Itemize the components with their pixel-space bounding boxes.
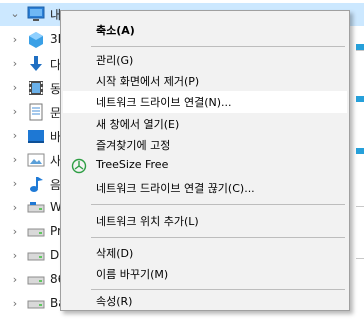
drive-icon <box>27 276 45 285</box>
menu-item-collapse[interactable]: 축소(A) <box>63 19 347 41</box>
menu-item-label: 축소(A) <box>96 24 135 37</box>
context-menu: 축소(A) 관리(G) 시작 화면에서 제거(P) 네트워크 드라이브 연결(N… <box>60 10 350 311</box>
chevron-right-icon[interactable]: › <box>9 154 21 166</box>
downloads-icon <box>30 56 42 71</box>
menu-item-label: 관리(G) <box>96 54 134 67</box>
chevron-right-icon[interactable]: › <box>9 58 21 70</box>
menu-item-open-new-window[interactable]: 새 창에서 열기(E) <box>63 113 347 135</box>
menu-separator <box>91 204 345 205</box>
menu-item-pin-quick-access[interactable]: 즐겨찾기에 고정 <box>63 134 347 156</box>
menu-item-label: 네트워크 위치 추가(L) <box>96 215 199 228</box>
divider <box>356 258 364 259</box>
menu-item-unpin-start[interactable]: 시작 화면에서 제거(P) <box>63 70 347 92</box>
drive-icon <box>27 252 45 261</box>
menu-item-label: 시작 화면에서 제거(P) <box>96 75 200 88</box>
menu-item-add-network-location[interactable]: 네트워크 위치 추가(L) <box>63 210 347 232</box>
music-icon <box>30 177 43 192</box>
menu-separator <box>91 46 345 47</box>
capacity-bar <box>356 96 364 102</box>
videos-icon <box>29 81 43 95</box>
chevron-right-icon[interactable]: › <box>9 82 21 94</box>
chevron-right-icon[interactable]: › <box>9 250 21 262</box>
chevron-right-icon[interactable]: › <box>9 274 21 286</box>
chevron-right-icon[interactable]: › <box>9 202 21 214</box>
chevron-right-icon[interactable]: › <box>9 298 21 310</box>
menu-item-label: 네트워크 드라이브 연결 끊기(C)... <box>96 182 255 195</box>
chevron-right-icon[interactable]: › <box>9 106 21 118</box>
drive-icon <box>27 300 45 309</box>
menu-item-disconnect-network-drive[interactable]: 네트워크 드라이브 연결 끊기(C)... <box>63 177 347 199</box>
documents-icon <box>29 103 43 121</box>
menu-item-label: 즐겨찾기에 고정 <box>96 139 171 152</box>
3d-objects-icon <box>29 32 43 48</box>
chevron-right-icon[interactable]: › <box>9 226 21 238</box>
menu-separator <box>91 237 345 238</box>
chevron-right-icon[interactable]: › <box>9 178 21 190</box>
treesize-icon <box>71 158 87 174</box>
computer-icon <box>27 6 45 21</box>
divider <box>356 206 364 207</box>
menu-item-label: 네트워크 드라이브 연결(N)... <box>96 96 232 109</box>
menu-item-delete[interactable]: 삭제(D) <box>63 242 347 264</box>
drive-icon <box>27 202 45 213</box>
menu-item-map-network-drive[interactable]: 네트워크 드라이브 연결(N)... <box>63 91 347 113</box>
menu-item-treesize[interactable]: TreeSize Free <box>63 155 347 177</box>
chevron-right-icon[interactable]: › <box>9 130 21 142</box>
pictures-icon <box>27 153 45 167</box>
drive-icon <box>27 228 45 237</box>
menu-item-manage[interactable]: 관리(G) <box>63 49 347 71</box>
desktop-icon <box>28 130 44 143</box>
menu-item-rename[interactable]: 이름 바꾸기(M) <box>63 263 347 285</box>
divider <box>356 50 364 51</box>
menu-item-label: 이름 바꾸기(M) <box>96 268 169 281</box>
menu-item-properties[interactable]: 속성(R) <box>63 290 347 312</box>
menu-item-label: 새 창에서 열기(E) <box>96 118 180 131</box>
capacity-bar <box>356 148 364 154</box>
menu-item-label: 속성(R) <box>96 295 133 308</box>
menu-item-label: 삭제(D) <box>96 247 134 260</box>
chevron-right-icon[interactable]: › <box>9 34 21 46</box>
chevron-down-icon[interactable]: ⌄ <box>9 8 21 20</box>
menu-item-label: TreeSize Free <box>96 158 169 171</box>
explorer-window: ⌄ 내 PC › 3D › 다 › <box>0 0 364 324</box>
